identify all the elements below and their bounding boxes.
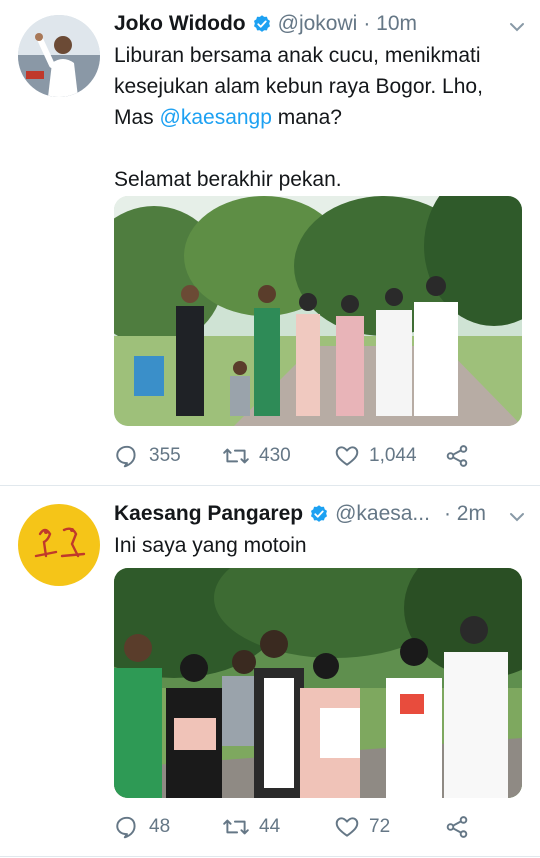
chevron-down-icon[interactable] <box>508 18 526 36</box>
tweet-photo[interactable] <box>114 568 522 798</box>
reply-count: 48 <box>149 816 171 837</box>
retweet-button[interactable]: 430 <box>222 441 291 471</box>
tweet-actions: 355 430 1,044 <box>114 441 524 471</box>
reply-icon <box>116 445 136 468</box>
tweet-text: Liburan bersama anak cucu, menikmati kes… <box>114 40 524 195</box>
avatar-kaesang[interactable] <box>18 504 100 586</box>
tweet-header: Kaesang Pangarep @kaesa... · 2m <box>114 500 486 528</box>
author-name[interactable]: Kaesang Pangarep <box>114 500 303 528</box>
share-icon <box>446 445 468 467</box>
like-button[interactable]: 1,044 <box>334 441 417 471</box>
share-button[interactable] <box>444 441 479 471</box>
avatar-jokowi[interactable] <box>18 15 100 97</box>
tweet-photo[interactable] <box>114 196 522 426</box>
author-handle[interactable]: @jokowi <box>278 10 358 38</box>
tweet-2[interactable]: Kaesang Pangarep @kaesa... · 2m Ini saya… <box>0 486 540 858</box>
tweet-1[interactable]: Joko Widodo @jokowi · 10m Liburan bersam… <box>0 0 540 484</box>
like-count: 1,044 <box>369 445 417 466</box>
author-handle[interactable]: @kaesa... <box>335 500 430 528</box>
tweet-header: Joko Widodo @jokowi · 10m <box>114 10 417 38</box>
mention-link[interactable]: @kaesangp <box>160 106 272 129</box>
share-icon <box>446 816 468 838</box>
like-icon <box>335 446 359 466</box>
retweet-count: 430 <box>259 445 291 466</box>
author-name[interactable]: Joko Widodo <box>114 10 246 38</box>
tweet-divider <box>0 856 540 857</box>
like-count: 72 <box>369 816 391 837</box>
chevron-down-icon[interactable] <box>508 508 526 526</box>
tweet-time[interactable]: · 10m <box>363 10 417 38</box>
like-button[interactable]: 72 <box>334 812 390 842</box>
reply-button[interactable]: 48 <box>114 812 170 842</box>
tweet-actions: 48 44 72 <box>114 812 524 842</box>
reply-count: 355 <box>149 445 181 466</box>
verified-badge-icon <box>253 15 270 32</box>
retweet-icon <box>223 819 249 835</box>
reply-button[interactable]: 355 <box>114 441 181 471</box>
share-button[interactable] <box>444 812 479 842</box>
like-icon <box>335 817 359 837</box>
retweet-button[interactable]: 44 <box>222 812 280 842</box>
reply-icon <box>116 816 136 839</box>
tweet-text: Ini saya yang motoin <box>114 534 307 557</box>
retweet-count: 44 <box>259 816 281 837</box>
verified-badge-icon <box>311 505 328 522</box>
retweet-icon <box>223 448 249 464</box>
tweet-time[interactable]: · 2m <box>444 500 486 528</box>
